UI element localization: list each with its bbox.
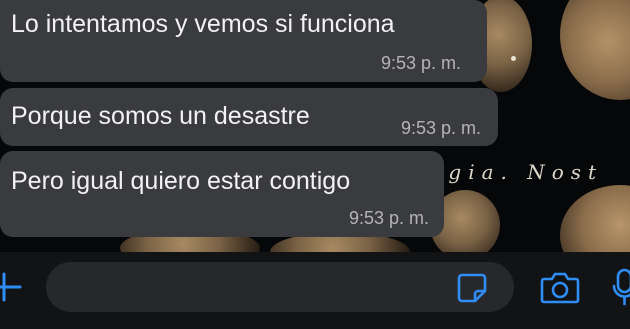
wallpaper-moon-image xyxy=(560,0,630,100)
sticker-icon[interactable] xyxy=(456,272,488,304)
message-bubble[interactable]: Porque somos un desastre 9:53 p. m. xyxy=(0,88,498,146)
plus-icon[interactable] xyxy=(0,272,22,302)
message-text: Porque somos un desastre xyxy=(11,102,310,130)
message-text: Lo intentamos y vemos si funciona xyxy=(11,10,395,38)
message-time: 9:53 p. m. xyxy=(400,118,481,138)
camera-icon[interactable] xyxy=(540,270,580,304)
message-time: 9:53 p. m. xyxy=(380,53,461,73)
wallpaper-moon-image xyxy=(560,185,630,252)
message-input[interactable] xyxy=(46,262,514,312)
message-time: 9:53 p. m. xyxy=(348,208,429,228)
message-bubble[interactable]: Lo intentamos y vemos si funciona 9:53 p… xyxy=(0,0,487,82)
message-text: Pero igual quiero estar contigo xyxy=(11,167,351,195)
wallpaper-star xyxy=(511,56,516,61)
wallpaper-text: lgia. Nost xyxy=(435,160,604,184)
mic-icon[interactable] xyxy=(612,268,630,306)
message-bubble[interactable]: Pero igual quiero estar contigo 9:53 p. … xyxy=(0,151,444,237)
